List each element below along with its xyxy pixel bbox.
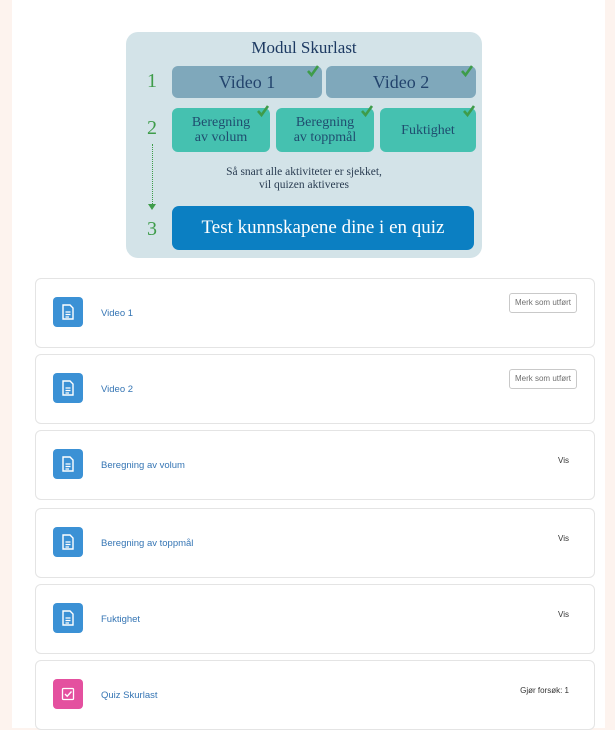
diagram-activity-toppmal-line2: av toppmål — [293, 130, 357, 145]
activity-status: Gjør forsøk: 1 — [520, 686, 569, 695]
activity-link[interactable]: Video 1 — [101, 308, 133, 319]
check-icon — [463, 105, 476, 118]
step-number-3: 3 — [147, 218, 157, 240]
activity-item: Quiz Skurlast Gjør forsøk: 1 — [35, 660, 595, 730]
diagram-activity-volum-line1: Beregning — [191, 115, 251, 130]
check-icon — [361, 105, 374, 118]
page-icon — [53, 527, 83, 557]
page-icon — [53, 373, 83, 403]
module-diagram: Modul Skurlast 1 2 3 Video 1 Video 2 Ber… — [126, 32, 482, 258]
diagram-hint: Så snart alle aktiviteter er sjekket, vi… — [126, 166, 482, 192]
check-icon — [257, 105, 270, 118]
page-icon — [53, 449, 83, 479]
mark-done-button[interactable]: Merk som utført — [508, 369, 577, 389]
diagram-title: Modul Skurlast — [251, 38, 357, 57]
diagram-activity-fuktighet-label: Fuktighet — [401, 122, 455, 138]
activity-item: Beregning av volum Vis — [35, 430, 595, 500]
activity-link[interactable]: Quiz Skurlast — [101, 690, 158, 701]
activity-link[interactable]: Fuktighet — [101, 614, 140, 625]
activity-status: Vis — [558, 456, 569, 465]
diagram-video-2-label: Video 2 — [372, 71, 430, 92]
activity-status: Vis — [558, 610, 569, 619]
diagram-hint-line2: vil quizen aktiveres — [258, 179, 350, 191]
activity-link[interactable]: Beregning av volum — [101, 460, 185, 471]
quiz-icon — [53, 679, 83, 709]
activity-item: Video 2 Merk som utført — [35, 354, 595, 424]
quiz-button[interactable]: Test kunnskapene dine i en quiz — [172, 206, 474, 250]
activity-item: Beregning av toppmål Vis — [35, 508, 595, 578]
activity-link[interactable]: Video 2 — [101, 384, 133, 395]
activity-link[interactable]: Beregning av toppmål — [101, 538, 193, 549]
diagram-activity-toppmal-line1: Beregning — [295, 115, 355, 130]
diagram-video-2: Video 2 — [326, 66, 476, 98]
diagram-hint-line1: Så snart alle aktiviteter er sjekket, — [226, 166, 382, 178]
activity-status: Vis — [558, 534, 569, 543]
activity-item: Video 1 Merk som utført — [35, 278, 595, 348]
diagram-activity-volum-line2: av volum — [194, 130, 248, 145]
step-number-2: 2 — [147, 117, 157, 139]
flow-arrow-icon — [148, 204, 156, 210]
activity-item: Fuktighet Vis — [35, 584, 595, 654]
check-icon — [307, 65, 320, 78]
mark-done-button[interactable]: Merk som utført — [508, 293, 577, 313]
page-icon — [53, 603, 83, 633]
check-icon — [461, 65, 474, 78]
diagram-video-1: Video 1 — [172, 66, 322, 98]
page-icon — [53, 297, 83, 327]
step-number-1: 1 — [147, 70, 157, 92]
diagram-video-1-label: Video 1 — [218, 71, 276, 92]
